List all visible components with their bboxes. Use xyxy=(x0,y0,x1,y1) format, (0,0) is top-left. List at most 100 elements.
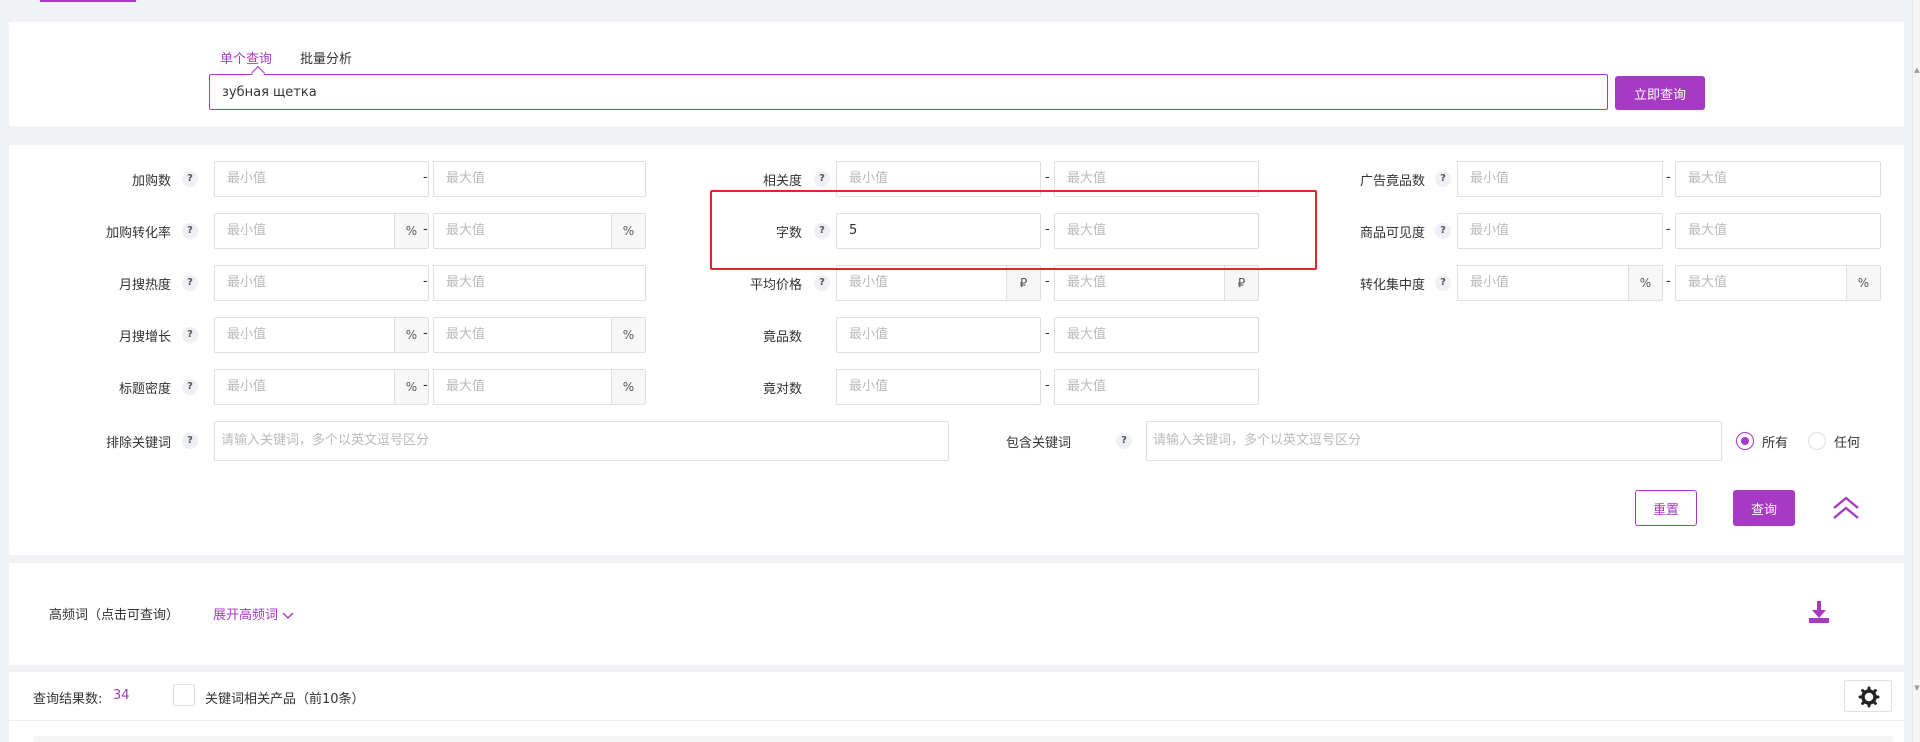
gear-icon xyxy=(1858,686,1880,708)
placeholder: 最小值 xyxy=(227,327,267,342)
filter-label: 月搜热度 xyxy=(118,278,171,293)
filter-label: 竟品数 xyxy=(762,330,802,345)
range-dash: - xyxy=(1666,274,1671,289)
filter-label: 竟对数 xyxy=(762,382,802,397)
min-input[interactable]: 最小值% xyxy=(1457,265,1663,301)
max-input[interactable]: 最大值 xyxy=(1054,369,1259,405)
search-submit-button[interactable]: 立即查询 xyxy=(1615,76,1705,110)
search-panel: 单个查询 批量分析 立即查询 xyxy=(9,22,1904,126)
min-input[interactable]: 最小值 xyxy=(836,369,1041,405)
placeholder: 最大值 xyxy=(446,379,486,394)
match-all-label: 所有 xyxy=(1762,436,1789,451)
scroll-down-arrow-icon[interactable]: ▼ xyxy=(1913,684,1920,692)
word-count-min-input[interactable]: 5 xyxy=(836,213,1041,249)
settings-button[interactable] xyxy=(1844,680,1892,712)
unit-badge: ₽ xyxy=(1224,266,1258,300)
filter-label: 相关度 xyxy=(762,174,802,189)
filter-label: 月搜增长 xyxy=(118,330,171,345)
max-input[interactable]: 最大值 xyxy=(1675,161,1881,197)
query-button[interactable]: 查询 xyxy=(1733,490,1795,526)
include-keywords-input[interactable]: 请输入关键词，多个以英文逗号区分 xyxy=(1146,421,1722,461)
placeholder: 最小值 xyxy=(849,275,889,290)
min-input[interactable]: 最小值 ₽ xyxy=(836,265,1041,301)
placeholder: 最大值 xyxy=(446,327,486,342)
expand-high-frequency-link[interactable]: 展开高频词 xyxy=(213,604,294,623)
scroll-up-arrow-icon[interactable]: ▲ xyxy=(1913,66,1920,74)
unit-badge: % xyxy=(611,214,645,248)
high-frequency-panel: 高频词（点击可查询） 展开高频词 xyxy=(9,563,1904,665)
max-input[interactable]: 最大值 xyxy=(433,161,646,197)
filter-label: 加购数 xyxy=(131,174,171,189)
exclude-keywords-input[interactable]: 请输入关键词，多个以英文逗号区分 xyxy=(214,421,949,461)
placeholder: 最小值 xyxy=(1470,275,1510,290)
help-icon[interactable]: ? xyxy=(182,223,198,239)
unit-badge: ₽ xyxy=(1006,266,1040,300)
related-products-label: 关键词相关产品（前10条） xyxy=(205,692,365,707)
reset-button[interactable]: 重置 xyxy=(1635,490,1697,526)
max-input[interactable]: 最大值% xyxy=(433,317,646,353)
max-input[interactable]: 最大值% xyxy=(433,369,646,405)
match-all-radio[interactable] xyxy=(1736,432,1754,450)
max-input[interactable]: 最大值 xyxy=(433,265,646,301)
range-dash: - xyxy=(1045,326,1050,341)
range-dash: - xyxy=(423,222,428,237)
min-input[interactable]: 最小值 xyxy=(1457,213,1663,249)
filter-panel: 加购数 ? 最小值 - 最大值 加购转化率 ? 最小值% - 最大值% 月搜热度… xyxy=(9,145,1904,555)
min-input[interactable]: 最小值 xyxy=(214,265,429,301)
top-tab-indicator xyxy=(40,0,136,2)
placeholder: 最大值 xyxy=(446,223,486,238)
help-icon[interactable]: ? xyxy=(814,171,830,187)
help-icon[interactable]: ? xyxy=(182,171,198,187)
min-input[interactable]: 最小值% xyxy=(214,317,429,353)
table-header-strip xyxy=(33,736,1893,742)
placeholder: 最小值 xyxy=(227,379,267,394)
min-input[interactable]: 最小值 xyxy=(1457,161,1663,197)
filter-label: 转化集中度 xyxy=(1359,278,1425,293)
help-icon[interactable]: ? xyxy=(182,275,198,291)
max-input[interactable]: 最大值 xyxy=(1675,213,1881,249)
result-count-value: 34 xyxy=(113,688,130,703)
max-input[interactable]: 最大值 xyxy=(1054,213,1259,249)
max-input[interactable]: 最大值 xyxy=(1054,317,1259,353)
min-input[interactable]: 最小值% xyxy=(214,369,429,405)
help-icon[interactable]: ? xyxy=(1435,275,1451,291)
match-any-radio[interactable] xyxy=(1808,432,1826,450)
vertical-scrollbar[interactable]: ▲ ▼ xyxy=(1912,0,1920,742)
placeholder: 最大值 xyxy=(1688,275,1728,290)
filter-label: 平均价格 xyxy=(749,278,802,293)
help-icon[interactable]: ? xyxy=(1435,223,1451,239)
help-icon[interactable]: ? xyxy=(814,223,830,239)
placeholder: 最小值 xyxy=(227,223,267,238)
range-dash: - xyxy=(1666,222,1671,237)
min-input[interactable]: 最小值 xyxy=(214,161,429,197)
filter-label: 字数 xyxy=(775,226,802,241)
min-input[interactable]: 最小值% xyxy=(214,213,429,249)
placeholder: 最大值 xyxy=(1067,275,1107,290)
filter-label: 加购转化率 xyxy=(105,226,171,241)
range-dash: - xyxy=(1045,222,1050,237)
max-input[interactable]: 最大值% xyxy=(433,213,646,249)
min-input[interactable]: 最小值 xyxy=(836,317,1041,353)
range-dash: - xyxy=(423,326,428,341)
keyword-search-input[interactable] xyxy=(209,74,1608,110)
help-icon[interactable]: ? xyxy=(182,327,198,343)
help-icon[interactable]: ? xyxy=(182,379,198,395)
include-keywords-label: 包含关键词 xyxy=(1005,436,1071,451)
max-input[interactable]: 最大值 xyxy=(1054,161,1259,197)
help-icon[interactable]: ? xyxy=(814,275,830,291)
result-count-label: 查询结果数: xyxy=(33,692,103,707)
download-icon[interactable] xyxy=(1806,599,1832,625)
range-dash: - xyxy=(423,274,428,289)
tab-single-query[interactable]: 单个查询 xyxy=(220,48,272,67)
related-products-checkbox[interactable] xyxy=(173,684,195,706)
range-dash: - xyxy=(1045,274,1050,289)
min-input[interactable]: 最小值 xyxy=(836,161,1041,197)
collapse-chevron-up-icon[interactable] xyxy=(1831,493,1861,523)
tab-batch-analysis[interactable]: 批量分析 xyxy=(300,48,352,67)
max-input[interactable]: 最大值% xyxy=(1675,265,1881,301)
help-icon[interactable]: ? xyxy=(182,433,198,449)
help-icon[interactable]: ? xyxy=(1116,433,1132,449)
help-icon[interactable]: ? xyxy=(1435,171,1451,187)
range-dash: - xyxy=(1666,170,1671,185)
max-input[interactable]: 最大值 ₽ xyxy=(1054,265,1259,301)
